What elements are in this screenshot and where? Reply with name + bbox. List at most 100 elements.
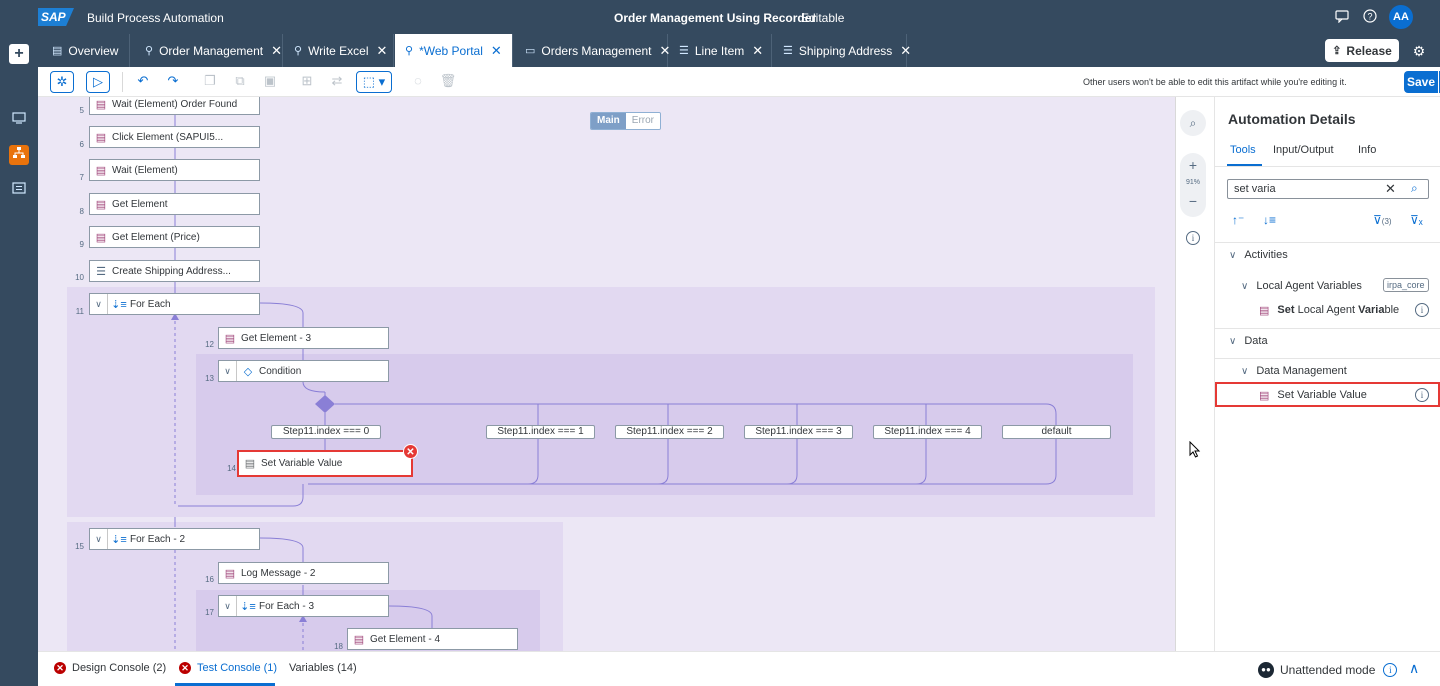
tab-orders-management[interactable]: ▭ Orders Management ✕ bbox=[515, 34, 670, 67]
branch-label[interactable]: Step11.index === 2 bbox=[615, 425, 724, 439]
activity-icon: ▤ bbox=[353, 633, 365, 646]
tab-variables[interactable]: Variables (14) bbox=[289, 662, 357, 674]
for-each-node[interactable]: ∨ ⇣≡ For Each - 3 bbox=[218, 595, 389, 617]
sort-descending-icon[interactable]: ↓≡ bbox=[1263, 213, 1276, 227]
undo-icon[interactable]: ↶ bbox=[131, 71, 155, 93]
info-icon[interactable]: i bbox=[1383, 663, 1398, 677]
step-node[interactable]: ▤ Get Element bbox=[89, 193, 260, 215]
line-number: 18 bbox=[334, 642, 343, 651]
sort-ascending-icon[interactable]: ↑⁻ bbox=[1232, 213, 1244, 227]
settings-gear-icon[interactable]: ⚙ bbox=[1410, 42, 1428, 60]
mode-error[interactable]: Error bbox=[625, 113, 661, 129]
activity-icon: ▤ bbox=[95, 198, 107, 211]
tab-info[interactable]: Info bbox=[1358, 144, 1376, 156]
branch-label[interactable]: Step11.index === 3 bbox=[744, 425, 853, 439]
automation-details-panel: Automation Details Tools Input/Output In… bbox=[1214, 97, 1440, 651]
filter-icon[interactable]: ⊽(3) bbox=[1373, 213, 1392, 227]
chevron-down-icon[interactable]: ∨ bbox=[1241, 281, 1248, 292]
list-icon[interactable] bbox=[9, 180, 29, 200]
group-data-management[interactable]: ∨ Data Management bbox=[1215, 359, 1440, 383]
mode-main[interactable]: Main bbox=[591, 113, 626, 129]
selection-mode-dropdown[interactable]: ⬚ ▾ bbox=[356, 71, 392, 93]
save-button[interactable]: Save bbox=[1404, 71, 1438, 93]
tab-line-item[interactable]: ☰ Line Item ✕ bbox=[669, 34, 772, 67]
collapse-chevron-icon[interactable]: ∨ bbox=[90, 529, 108, 549]
branch-label[interactable]: default bbox=[1002, 425, 1111, 439]
section-data[interactable]: ∨ Data bbox=[1215, 329, 1440, 353]
step-node[interactable]: ▤ Log Message - 2 bbox=[218, 562, 389, 584]
redo-icon[interactable]: ↷ bbox=[161, 71, 185, 93]
monitor-icon[interactable] bbox=[9, 110, 29, 130]
section-activities[interactable]: ∨ Activities bbox=[1215, 243, 1440, 267]
tab-web-portal[interactable]: ⚲ *Web Portal ✕ bbox=[395, 34, 513, 67]
delete-icon[interactable]: 🗑 bbox=[436, 71, 460, 93]
disable-icon[interactable]: ◌ bbox=[406, 71, 430, 93]
step-node[interactable]: ☰ Create Shipping Address... bbox=[89, 260, 260, 282]
close-icon[interactable]: ✕ bbox=[900, 43, 911, 59]
step-node[interactable]: ▤ Get Element - 4 bbox=[347, 628, 518, 650]
duplicate-icon[interactable]: ⧉ bbox=[228, 71, 252, 93]
console-footer: ✕ Design Console (2) ✕ Test Console (1) Va… bbox=[38, 651, 1440, 686]
add-step-icon[interactable]: ⊞ bbox=[295, 71, 319, 93]
process-editor-icon[interactable] bbox=[9, 145, 29, 165]
info-icon[interactable]: i bbox=[1415, 303, 1429, 317]
main-error-toggle[interactable]: Main Error bbox=[590, 112, 662, 130]
error-icon[interactable]: ✕ bbox=[403, 444, 418, 459]
tab-write-excel[interactable]: ⚲ Write Excel ✕ bbox=[284, 34, 394, 67]
chevron-down-icon[interactable]: ∨ bbox=[1229, 336, 1236, 347]
set-variable-value-node[interactable]: ▤ Set Variable Value bbox=[237, 450, 413, 477]
zoom-in-icon[interactable]: + bbox=[1180, 157, 1206, 173]
search-icon[interactable]: ⌕ bbox=[1411, 181, 1418, 196]
chevron-down-icon[interactable]: ∨ bbox=[1241, 366, 1248, 377]
workflow-canvas[interactable]: Main Error 5 ▤ Wait (Element) Order Found… bbox=[38, 97, 1176, 651]
for-each-node[interactable]: ∨ ⇣≡ For Each bbox=[89, 293, 260, 315]
release-button[interactable]: ⇪ Release bbox=[1325, 39, 1399, 62]
tab-design-console[interactable]: ✕ Design Console (2) bbox=[54, 662, 166, 674]
step-node[interactable]: ▤ Wait (Element) bbox=[89, 159, 260, 181]
tab-overview[interactable]: ▤ Overview bbox=[42, 34, 130, 67]
branch-label[interactable]: Step11.index === 0 bbox=[271, 425, 381, 439]
paste-icon[interactable]: ▣ bbox=[258, 71, 282, 93]
move-icon[interactable]: ⇄ bbox=[325, 71, 349, 93]
feedback-icon[interactable] bbox=[1334, 9, 1350, 25]
step-node[interactable]: ▤ Get Element (Price) bbox=[89, 226, 260, 248]
sap-logo[interactable]: SAP bbox=[38, 8, 74, 26]
chevron-down-icon[interactable]: ∨ bbox=[1229, 250, 1236, 261]
collapse-chevron-icon[interactable]: ∨ bbox=[219, 361, 237, 381]
tools-search-input[interactable]: set varia bbox=[1227, 179, 1429, 199]
collapse-chevron-icon[interactable]: ∨ bbox=[219, 596, 237, 616]
branch-label[interactable]: Step11.index === 4 bbox=[873, 425, 982, 439]
close-icon[interactable]: ✕ bbox=[271, 43, 282, 59]
step-node[interactable]: ▤ Wait (Element) Order Found bbox=[89, 97, 260, 115]
step-node[interactable]: ▤ Get Element - 3 bbox=[218, 327, 389, 349]
help-icon[interactable]: ? bbox=[1362, 9, 1378, 25]
tab-order-management[interactable]: ⚲ Order Management ✕ bbox=[135, 34, 283, 67]
activity-set-local-agent-variable[interactable]: ▤ Set Local Agent Varia ble bbox=[1215, 298, 1440, 322]
tab-tools[interactable]: Tools bbox=[1230, 144, 1256, 156]
condition-node[interactable]: ∨ ◇ Condition bbox=[218, 360, 389, 382]
debug-icon[interactable]: ✲ bbox=[50, 71, 74, 93]
test-run-icon[interactable]: ▷ bbox=[86, 71, 110, 93]
create-icon[interactable]: + bbox=[9, 44, 29, 64]
process-icon: ⚲ bbox=[145, 45, 154, 57]
tab-input-output[interactable]: Input/Output bbox=[1273, 144, 1334, 156]
canvas-search-icon[interactable]: ⌕ bbox=[1180, 110, 1206, 136]
branch-label[interactable]: Step11.index === 1 bbox=[486, 425, 595, 439]
for-each-node[interactable]: ∨ ⇣≡ For Each - 2 bbox=[89, 528, 260, 550]
close-icon[interactable]: ✕ bbox=[491, 43, 502, 59]
expand-chevron-up-icon[interactable]: ∧ bbox=[1409, 660, 1419, 677]
copy-icon[interactable]: ❐ bbox=[198, 71, 222, 93]
tab-test-console[interactable]: ✕ Test Console (1) bbox=[179, 662, 277, 674]
zoom-out-icon[interactable]: − bbox=[1180, 193, 1206, 209]
close-icon[interactable]: ✕ bbox=[377, 43, 388, 59]
step-node[interactable]: ▤ Click Element (SAPUI5... bbox=[89, 126, 260, 148]
clear-filter-icon[interactable]: ⊽ₓ bbox=[1410, 213, 1423, 227]
tab-shipping-address[interactable]: ☰ Shipping Address ✕ bbox=[773, 34, 911, 67]
close-icon[interactable]: ✕ bbox=[752, 43, 763, 59]
clear-search-icon[interactable]: ✕ bbox=[1385, 181, 1396, 197]
user-avatar[interactable]: AA bbox=[1389, 5, 1413, 29]
collapse-chevron-icon[interactable]: ∨ bbox=[90, 294, 108, 314]
zoom-slider[interactable]: + 91% − bbox=[1180, 153, 1206, 217]
info-icon[interactable]: i bbox=[1186, 231, 1200, 245]
unattended-mode-indicator[interactable]: ●● Unattended mode i bbox=[1258, 662, 1398, 678]
